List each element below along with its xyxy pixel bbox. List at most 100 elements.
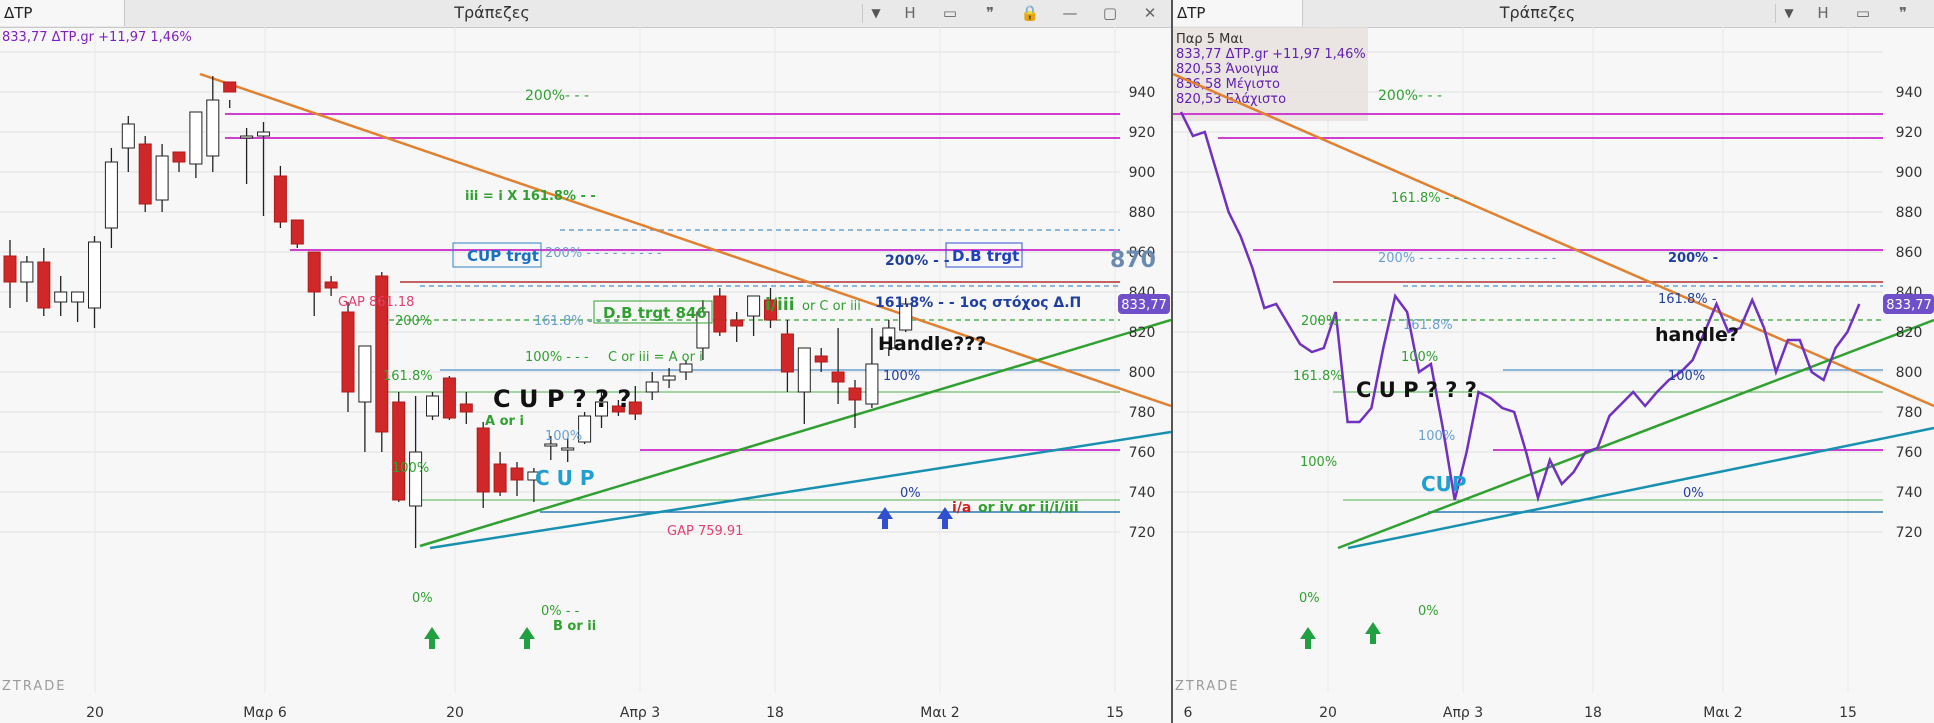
cup-question-label: C U P ? ? ? <box>1356 378 1477 402</box>
y-axis-tick: 720 <box>1896 525 1923 541</box>
info-line: Παρ 5 Μαι <box>1176 32 1243 47</box>
chevron-down-icon[interactable]: ▼ <box>1775 4 1802 23</box>
last-price-label: 833,77 <box>1121 298 1167 313</box>
wave-label: or C or iii <box>802 299 861 314</box>
right-chart-pane: ΔΤΡ Τράπεζες ▼ H▭❞🔒—▢✕ Παρ 5 Μαι833,77 Δ… <box>1173 0 1934 723</box>
y-axis-tick: 740 <box>1896 485 1923 501</box>
candle <box>3 255 17 283</box>
restore-icon[interactable]: ▢ <box>1090 4 1130 22</box>
fib-label: 100% <box>1401 350 1438 365</box>
candle <box>324 281 338 289</box>
candle <box>493 463 507 493</box>
fib-label: 0% <box>1299 591 1320 606</box>
fib-label: 200%- - - <box>525 88 589 104</box>
candle <box>54 291 68 303</box>
up-arrow-icon <box>424 627 440 649</box>
fib-label: 100% <box>1418 429 1455 444</box>
wave-label: C or iii = A or i <box>608 350 703 365</box>
candle <box>358 345 372 403</box>
lock-icon[interactable]: 🔒 <box>1010 4 1050 22</box>
x-axis-tick: 15 <box>1106 705 1124 721</box>
wave-label: or iv or ii/i/iii <box>978 500 1079 516</box>
quote-icon[interactable]: ❞ <box>1883 4 1923 22</box>
x-axis-tick: Μαι 2 <box>920 705 959 721</box>
candle <box>442 377 456 419</box>
candle <box>138 143 152 205</box>
candle <box>307 251 321 293</box>
y-axis-tick: 760 <box>1896 445 1923 461</box>
quote-icon[interactable]: ❞ <box>970 4 1010 22</box>
candle <box>510 467 524 481</box>
x-axis-tick: 20 <box>1319 705 1337 721</box>
y-axis-tick: 800 <box>1896 365 1923 381</box>
fib-label: 100% <box>392 461 429 476</box>
x-axis-tick: 6 <box>1184 705 1193 721</box>
y-axis-tick: 920 <box>1896 125 1923 141</box>
h-button[interactable]: H <box>890 4 930 22</box>
candle <box>290 219 304 245</box>
maximize-box-icon[interactable]: ▭ <box>1843 4 1883 22</box>
fib-label: 100% - - - <box>525 350 589 365</box>
wave-label: iii = i X 161.8% - - <box>465 189 596 204</box>
up-arrow-icon <box>519 627 535 649</box>
x-axis-tick: Απρ 3 <box>620 705 660 721</box>
x-axis-tick: 15 <box>1839 705 1857 721</box>
right-line-chart: Παρ 5 Μαι833,77 ΔΤΡ.gr +11,97 1,46%820,5… <box>1173 27 1934 721</box>
x-axis-tick: 18 <box>766 705 784 721</box>
chart-title: Τράπεζες <box>454 3 530 22</box>
left-candlestick-chart: 94092090088086084082080078076074072020 Μα… <box>0 27 1171 721</box>
symbol-selector[interactable]: ΔΤΡ <box>1173 0 1303 26</box>
candle <box>257 131 270 137</box>
chart-title: Τράπεζες <box>1499 3 1576 22</box>
minimize-icon[interactable]: — <box>1050 4 1090 22</box>
fib-label: 100% <box>883 369 920 384</box>
candle <box>392 401 406 501</box>
y-axis-tick: 940 <box>1896 85 1923 101</box>
maximize-box-icon[interactable]: ▭ <box>930 4 970 22</box>
y-axis-tick: 860 <box>1896 245 1923 261</box>
fib-label: 0% <box>1418 604 1439 619</box>
x-axis-tick: 20 <box>86 705 104 721</box>
info-line: 833,77 ΔΤΡ.gr +11,97 1,46% <box>1176 47 1366 62</box>
candle <box>662 375 676 381</box>
fib-label: 100% <box>1300 455 1337 470</box>
h-button[interactable]: H <box>1803 4 1843 22</box>
chevron-down-icon[interactable]: ▼ <box>862 4 889 23</box>
candle <box>104 161 118 229</box>
y-axis-tick: 920 <box>1129 125 1156 141</box>
y-axis-tick: 820 <box>1129 325 1156 341</box>
candle <box>71 291 85 303</box>
candle <box>814 355 828 363</box>
fib-label: 161.8% <box>1403 318 1453 333</box>
fib-label: 100% <box>545 429 582 444</box>
up-arrow-icon <box>1300 627 1316 649</box>
y-axis-tick: 780 <box>1896 405 1923 421</box>
window-buttons: H▭❞🔒—▢✕ <box>890 0 1170 26</box>
fib-label: 200% - - <box>885 253 950 269</box>
candle <box>797 347 811 393</box>
symbol-selector[interactable]: ΔΤΡ <box>0 0 125 26</box>
gap-label: GAP 861.18 <box>338 295 414 310</box>
wave-label: i/a <box>952 500 971 516</box>
candle <box>780 333 794 373</box>
handle-label: Handle??? <box>878 333 986 355</box>
cup-target-label: CUP trgt <box>467 247 539 265</box>
candle <box>459 403 473 413</box>
close-icon[interactable]: ✕ <box>1130 4 1170 22</box>
fib-label: 200% <box>395 314 432 329</box>
candle <box>865 363 879 405</box>
fib-label: 161.8% - - - - <box>534 314 619 329</box>
fib-label: 0% <box>412 591 433 606</box>
y-axis-tick: 900 <box>1896 165 1923 181</box>
wave-label: A or i <box>485 414 524 429</box>
fib-label: 200% - - - - - - - - - - - - - - - - <box>1378 251 1557 266</box>
fib-label: 161.8% - <box>1658 292 1717 307</box>
candle <box>189 111 203 165</box>
candle <box>848 387 862 401</box>
candle <box>679 363 693 373</box>
lock-icon[interactable]: 🔒 <box>1923 4 1934 22</box>
price-line <box>1179 111 1861 503</box>
watermark: ZTRADE <box>1175 679 1239 694</box>
info-line: 820,53 Άνοιγμα <box>1176 62 1279 77</box>
fib-label: 200% - - - - - - - - - <box>545 246 662 261</box>
